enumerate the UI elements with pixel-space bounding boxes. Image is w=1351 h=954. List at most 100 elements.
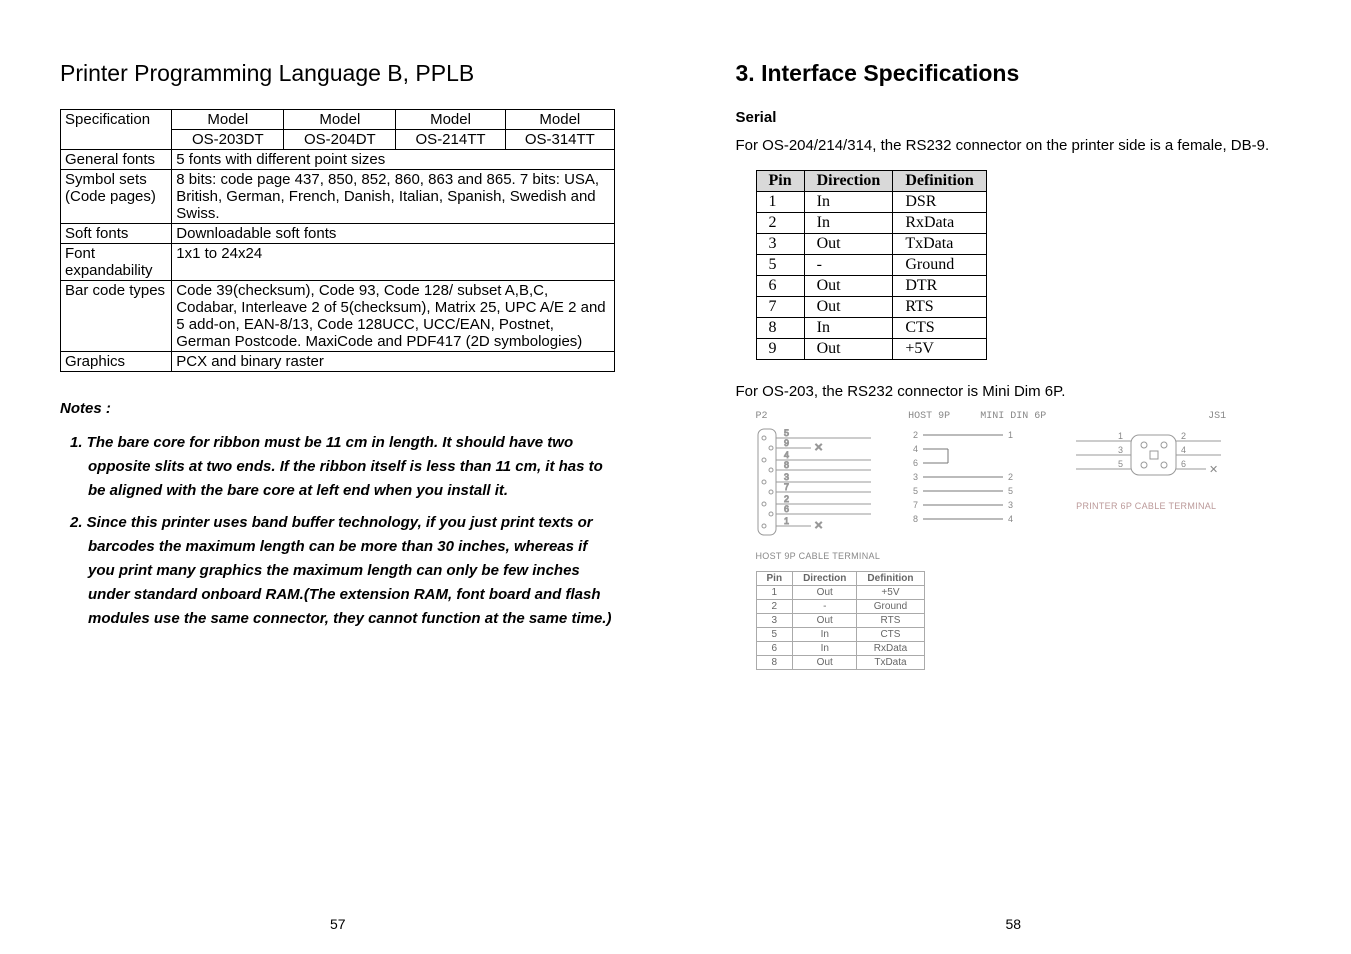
svg-text:✕: ✕ — [814, 520, 823, 532]
mini-r: Out — [793, 656, 857, 670]
pplb-s4: OS-314TT — [505, 130, 614, 150]
svg-text:7: 7 — [784, 482, 789, 492]
pin-r: CTS — [893, 318, 986, 339]
mini-r: TxData — [857, 656, 924, 670]
pplb-r2-v: Downloadable soft fonts — [172, 224, 615, 244]
pin-r: RTS — [893, 297, 986, 318]
note-2: 2. Since this printer uses band buffer t… — [60, 511, 616, 631]
pin-h0: Pin — [756, 171, 804, 192]
mini-r: 8 — [756, 656, 793, 670]
mini-h: Definition — [857, 572, 924, 586]
pin-r: +5V — [893, 339, 986, 360]
mini-r: 1 — [756, 586, 793, 600]
mini-r: In — [793, 628, 857, 642]
pin-r: DTR — [893, 276, 986, 297]
mini-r: CTS — [857, 628, 924, 642]
svg-text:6: 6 — [913, 458, 918, 468]
p2-block: P2 5 9✕ 4 8 3 7 2 6 — [756, 411, 881, 562]
cable-diagram: P2 5 9 ✕ 4 8 3 7 2 6 — [756, 411, 1292, 562]
right-page-number: 58 — [676, 916, 1351, 932]
pplb-h1: Model — [172, 110, 284, 130]
serial-lead: For OS-204/214/314, the RS232 connector … — [736, 136, 1292, 156]
mini-r: RxData — [857, 642, 924, 656]
mini-r: +5V — [857, 586, 924, 600]
svg-text:4: 4 — [1008, 514, 1013, 524]
pin-r: RxData — [893, 213, 986, 234]
mini-r: Out — [793, 614, 857, 628]
pin-r: 8 — [756, 318, 804, 339]
notes-label: Notes : — [60, 400, 616, 417]
mini-r: Ground — [857, 600, 924, 614]
pplb-r3-l: Font expandability — [61, 244, 172, 281]
p2-label: P2 — [756, 411, 881, 424]
pin-r: In — [804, 318, 893, 339]
host-caption: HOST 9P CABLE TERMINAL — [756, 551, 881, 561]
pplb-s2: OS-204DT — [284, 130, 396, 150]
svg-text:5: 5 — [1118, 459, 1123, 469]
pin-r: In — [804, 213, 893, 234]
pin-r: 9 — [756, 339, 804, 360]
note-1: 1. The bare core for ribbon must be 11 c… — [60, 431, 616, 503]
svg-text:2: 2 — [913, 430, 918, 440]
host-minidin-map: HOST 9P MINI DIN 6P 21 4 6 32 55 73 84 — [908, 411, 1048, 539]
svg-text:6: 6 — [1181, 459, 1186, 469]
svg-text:6: 6 — [784, 504, 789, 514]
pin-r: Out — [804, 339, 893, 360]
svg-text:9: 9 — [784, 438, 789, 448]
left-title: Printer Programming Language B, PPLB — [60, 60, 616, 87]
mini-r: Out — [793, 586, 857, 600]
pin-r: 2 — [756, 213, 804, 234]
pplb-r4-l: Bar code types — [61, 281, 172, 352]
mini-r: RTS — [857, 614, 924, 628]
page-left: Printer Programming Language B, PPLB Spe… — [0, 0, 676, 954]
svg-text:3: 3 — [913, 472, 918, 482]
svg-text:8: 8 — [784, 460, 789, 470]
mini-h: Pin — [756, 572, 793, 586]
pin-r: DSR — [893, 192, 986, 213]
pin-r: Out — [804, 276, 893, 297]
mini-r: 6 — [756, 642, 793, 656]
svg-text:1: 1 — [1008, 430, 1013, 440]
svg-text:2: 2 — [784, 494, 789, 504]
left-page-number: 57 — [0, 916, 676, 932]
mini-r: 3 — [756, 614, 793, 628]
pplb-r5-l: Graphics — [61, 352, 172, 372]
pplb-h0: Specification — [61, 110, 172, 150]
svg-text:2: 2 — [1181, 431, 1186, 441]
pplb-r1-v: 8 bits: code page 437, 850, 852, 860, 86… — [172, 170, 615, 224]
svg-text:3: 3 — [1118, 445, 1123, 455]
svg-text:7: 7 — [913, 500, 918, 510]
svg-text:1: 1 — [784, 516, 789, 526]
svg-text:1: 1 — [1118, 431, 1123, 441]
svg-text:3: 3 — [784, 472, 789, 482]
svg-text:4: 4 — [913, 444, 918, 454]
pin-r: 5 — [756, 255, 804, 276]
svg-text:5: 5 — [1008, 486, 1013, 496]
mini-pin-table: Pin Direction Definition 1Out+5V 2-Groun… — [756, 571, 925, 670]
pin-h1: Direction — [804, 171, 893, 192]
mini-lead: For OS-203, the RS232 connector is Mini … — [736, 382, 1292, 402]
pin-r: 1 — [756, 192, 804, 213]
printer-caption: PRINTER 6P CABLE TERMINAL — [1076, 501, 1226, 511]
svg-text:✕: ✕ — [1209, 464, 1218, 476]
pin-r: 7 — [756, 297, 804, 318]
notes-list: 1. The bare core for ribbon must be 11 c… — [60, 431, 616, 631]
pin-r: In — [804, 192, 893, 213]
pplb-table: Specification Model Model Model Model OS… — [60, 109, 615, 372]
pin-r: 6 — [756, 276, 804, 297]
pin-r: TxData — [893, 234, 986, 255]
pplb-s1: OS-203DT — [172, 130, 284, 150]
pin-r: Out — [804, 234, 893, 255]
svg-text:5: 5 — [913, 486, 918, 496]
page-right: 3. Interface Specifications Serial For O… — [676, 0, 1351, 954]
pplb-r0-l: General fonts — [61, 150, 172, 170]
js1-label: JS1 — [1076, 411, 1226, 424]
pplb-r3-v: 1x1 to 24x24 — [172, 244, 615, 281]
pin-r: Out — [804, 297, 893, 318]
svg-text:4: 4 — [1181, 445, 1186, 455]
pin-r: 3 — [756, 234, 804, 255]
pplb-s3: OS-214TT — [396, 130, 505, 150]
mini-r: 5 — [756, 628, 793, 642]
mini-r: - — [793, 600, 857, 614]
pplb-r4-v: Code 39(checksum), Code 93, Code 128/ su… — [172, 281, 615, 352]
